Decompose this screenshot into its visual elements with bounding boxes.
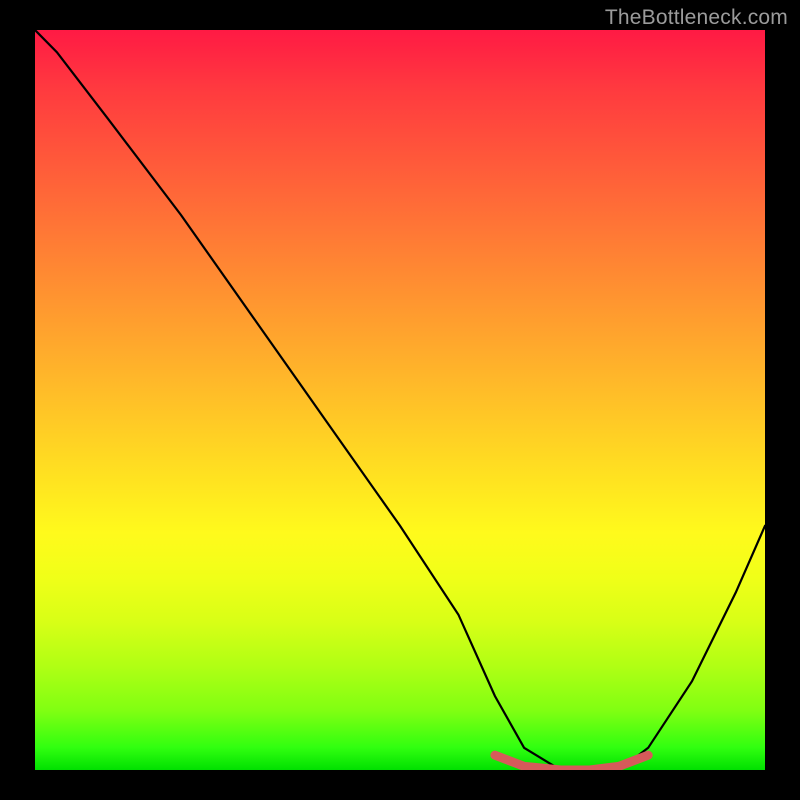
chart-frame: TheBottleneck.com (0, 0, 800, 800)
optimum-marker (495, 755, 648, 770)
chart-svg (35, 30, 765, 770)
watermark-text: TheBottleneck.com (605, 6, 788, 30)
bottleneck-curve (35, 30, 765, 770)
chart-plot-area (35, 30, 765, 770)
